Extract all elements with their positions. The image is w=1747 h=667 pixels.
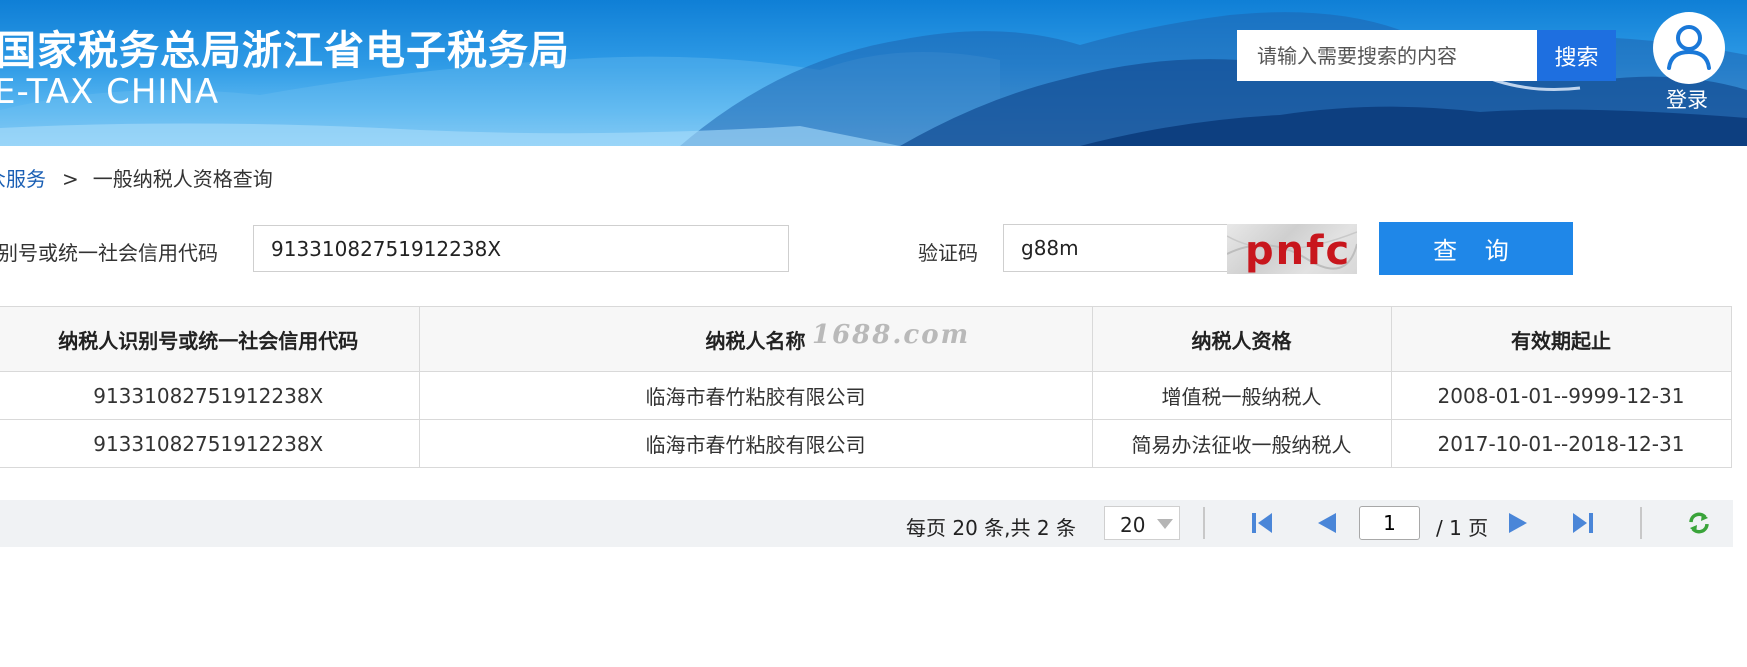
captcha-input[interactable]: [1003, 224, 1229, 272]
first-page-icon[interactable]: [1251, 511, 1273, 535]
cell-validity: 2008-01-01--9999-12-31: [1390, 371, 1732, 420]
captcha-image[interactable]: pnfc: [1227, 224, 1357, 274]
cell-taxpayer-name: 临海市春竹粘胶有限公司: [418, 419, 1093, 468]
page-size-value: 20: [1120, 513, 1146, 537]
page-size-select[interactable]: 20: [1104, 506, 1180, 540]
column-header-validity: 有效期起止: [1390, 306, 1732, 372]
pager-divider: [1203, 507, 1205, 539]
breadcrumb: 众服务 > 一般纳税人资格查询: [0, 163, 273, 192]
refresh-icon[interactable]: [1687, 511, 1711, 535]
captcha-text: pnfc: [1245, 228, 1352, 274]
last-page-icon[interactable]: [1572, 511, 1594, 535]
table-row: 91331082751912238X 临海市春竹粘胶有限公司 增值税一般纳税人 …: [0, 371, 1732, 420]
column-header-qualification: 纳税人资格: [1091, 306, 1392, 372]
watermark: 1688.com: [812, 320, 971, 350]
pagination-bar: 每页 20 条,共 2 条 20 / 1 页: [0, 500, 1733, 547]
cell-taxpayer-id: 91331082751912238X: [0, 419, 420, 468]
column-header-taxpayer-name: 纳税人名称: [418, 306, 1093, 372]
taxpayer-id-input[interactable]: [253, 225, 789, 272]
site-title: 国家税务总局浙江省电子税务局: [0, 28, 570, 74]
login-link[interactable]: 登录: [1666, 84, 1708, 114]
taxpayer-id-label: 别号或统一社会信用代码: [0, 241, 218, 265]
pager-divider: [1640, 507, 1642, 539]
search-input[interactable]: [1237, 30, 1537, 81]
pagination-summary: 每页 20 条,共 2 条: [906, 516, 1076, 540]
page: 国家税务总局浙江省电子税务局 E-TAX CHINA 搜索 登录 众服务 > 一般纳…: [0, 0, 1747, 667]
header-banner: 国家税务总局浙江省电子税务局 E-TAX CHINA 搜索 登录: [0, 0, 1747, 146]
user-icon-glyph: [1667, 25, 1711, 70]
user-icon[interactable]: [1653, 12, 1725, 84]
query-button[interactable]: 查 询: [1379, 222, 1573, 275]
table-row: 91331082751912238X 临海市春竹粘胶有限公司 简易办法征收一般纳…: [0, 419, 1732, 468]
search-button[interactable]: 搜索: [1537, 30, 1616, 81]
column-header-taxpayer-id: 纳税人识别号或统一社会信用代码: [0, 306, 420, 372]
prev-page-icon[interactable]: [1316, 511, 1338, 535]
breadcrumb-separator: >: [62, 167, 79, 191]
cell-validity: 2017-10-01--2018-12-31: [1390, 419, 1732, 468]
cell-taxpayer-name: 临海市春竹粘胶有限公司: [418, 371, 1093, 420]
page-number-input[interactable]: [1359, 506, 1420, 540]
total-pages-label: / 1 页: [1436, 516, 1489, 540]
cell-qualification: 简易办法征收一般纳税人: [1091, 419, 1392, 468]
captcha-label: 验证码: [918, 241, 978, 265]
cell-taxpayer-id: 91331082751912238X: [0, 371, 420, 420]
site-subtitle: E-TAX CHINA: [0, 72, 220, 112]
next-page-icon[interactable]: [1507, 511, 1529, 535]
cell-qualification: 增值税一般纳税人: [1091, 371, 1392, 420]
breadcrumb-current: 一般纳税人资格查询: [92, 167, 273, 191]
chevron-down-icon: [1157, 519, 1173, 529]
breadcrumb-parent-link[interactable]: 众服务: [0, 167, 46, 191]
